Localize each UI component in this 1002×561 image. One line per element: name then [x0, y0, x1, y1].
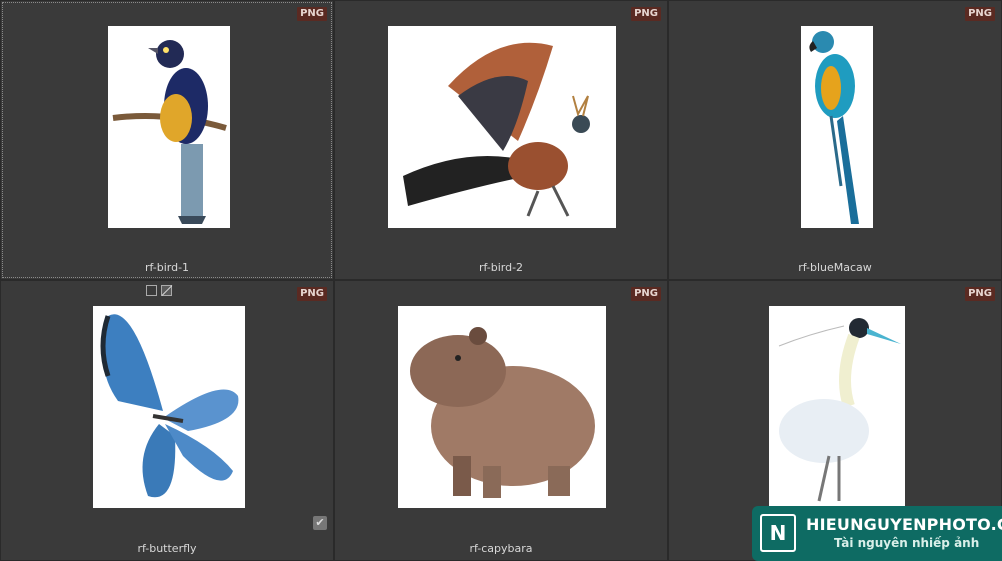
png-badge: PNG	[631, 7, 661, 21]
bird-1-image	[108, 26, 230, 228]
tile-label: rf-bird-1	[144, 261, 190, 274]
asset-tile-capybara[interactable]: PNG rf-capybara	[334, 280, 668, 561]
bird-2-image	[388, 26, 616, 228]
watermark-title: HIEUNGUYENPHOTO.COM	[806, 515, 1002, 534]
watermark-logo: N HIEUNGUYENPHOTO.COM Tài nguyên nhiếp ả…	[752, 506, 1002, 561]
png-badge: PNG	[297, 287, 327, 301]
logo-mark-icon: N	[760, 514, 796, 552]
png-badge: PNG	[965, 7, 995, 21]
png-badge: PNG	[965, 287, 995, 301]
tile-label: rf-butterfly	[137, 542, 197, 555]
heron-image	[769, 306, 905, 508]
tile-label: rf-bird-2	[478, 261, 524, 274]
asset-tile-bird-2[interactable]: PNG rf-bird-2	[334, 0, 668, 280]
tile-tools	[146, 285, 172, 296]
tile-label: rf-capybara	[469, 542, 533, 555]
watermark-subtitle: Tài nguyên nhiếp ảnh	[834, 536, 980, 550]
butterfly-image	[93, 306, 245, 508]
asset-tile-butterfly[interactable]: PNG ✔ rf-butterfly	[0, 280, 334, 561]
asset-grid: PNG rf-bird-1 PNG rf-bird-2 PNG rf-blueM…	[0, 0, 1002, 561]
blue-macaw-image	[801, 26, 873, 228]
frame-icon[interactable]	[146, 285, 157, 296]
png-badge: PNG	[297, 7, 327, 21]
thumbnail-blue-macaw[interactable]	[801, 26, 873, 228]
thumbnail-butterfly[interactable]	[93, 306, 245, 508]
thumbnail-heron[interactable]	[769, 306, 905, 508]
checkmark-icon[interactable]: ✔	[313, 516, 327, 530]
tile-label: rf-blueMacaw	[798, 261, 872, 274]
asset-tile-bird-1[interactable]: PNG rf-bird-1	[0, 0, 334, 280]
asset-tile-blue-macaw[interactable]: PNG rf-blueMacaw	[668, 0, 1002, 280]
thumbnail-bird-1[interactable]	[108, 26, 230, 228]
png-badge: PNG	[631, 287, 661, 301]
capybara-image	[398, 306, 606, 508]
thumbnail-bird-2[interactable]	[388, 26, 616, 228]
thumbnail-capybara[interactable]	[398, 306, 606, 508]
slash-square-icon[interactable]	[161, 285, 172, 296]
